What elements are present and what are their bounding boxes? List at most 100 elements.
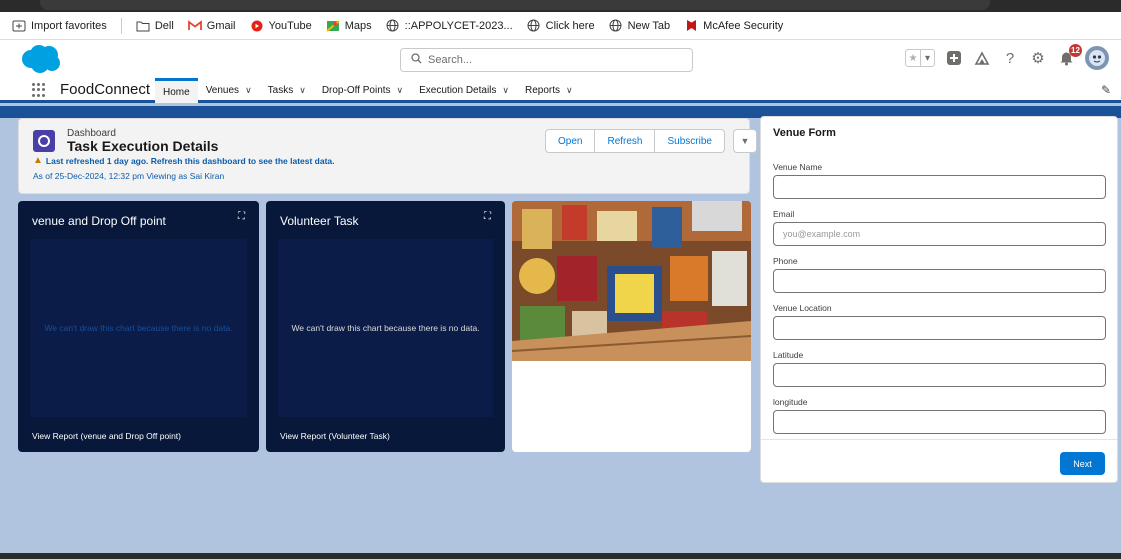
nav-tab-label: Home	[163, 86, 190, 98]
nav-tab-tasks[interactable]: Tasks ∨	[260, 78, 314, 103]
widget-chart-area: We can't draw this chart because there i…	[278, 239, 493, 417]
as-of-text: As of 25-Dec-2024, 12:32 pm Viewing as S…	[33, 171, 225, 181]
nav-tab-venues[interactable]: Venues ∨	[198, 78, 260, 103]
chevron-down-icon: ▼	[740, 136, 750, 146]
form-divider	[761, 439, 1117, 440]
bookmark-mcafee[interactable]: McAfee Security	[684, 19, 783, 33]
dashboard-button-group: Open Refresh Subscribe ▼	[545, 129, 757, 153]
globe-icon	[609, 19, 623, 33]
mcafee-icon	[684, 19, 698, 33]
favorites-control[interactable]: ★ ▾	[905, 49, 935, 67]
bookmark-gmail[interactable]: Gmail	[187, 19, 236, 33]
refresh-warning-text: Last refreshed 1 day ago. Refresh this d…	[45, 155, 335, 166]
global-search-input[interactable]: Search...	[400, 48, 693, 72]
nav-tabs: Home Venues ∨ Tasks ∨ Drop-Off Points ∨ …	[155, 78, 581, 103]
bookmark-import-favorites[interactable]: Import favorites	[12, 19, 107, 33]
browser-top-strip	[0, 0, 1121, 12]
app-nav-bar: FoodConnect Home Venues ∨ Tasks ∨ Drop-O…	[0, 78, 1121, 103]
expand-icon[interactable]: ⛶	[238, 211, 245, 222]
chevron-down-icon[interactable]: ∨	[299, 85, 306, 96]
email-label: Email	[773, 209, 795, 219]
venue-form: Venue Form Venue Name Email you@example.…	[760, 116, 1118, 483]
youtube-icon	[250, 19, 264, 33]
open-button[interactable]: Open	[545, 129, 596, 153]
nav-tab-label: Venues	[205, 85, 240, 96]
salesforce-cloud-logo[interactable]	[20, 44, 62, 74]
header-actions: ★ ▾ ? ⚙ 12	[905, 44, 1109, 70]
no-data-message: We can't draw this chart because there i…	[291, 323, 480, 333]
chevron-down-icon[interactable]: ▾	[920, 50, 934, 66]
page-title: Task Execution Details	[67, 138, 219, 154]
bookmark-new-tab[interactable]: New Tab	[609, 19, 671, 33]
more-actions-dropdown[interactable]: ▼	[732, 129, 757, 153]
venue-name-field[interactable]	[773, 175, 1106, 199]
bookmark-label: Import favorites	[31, 19, 107, 32]
food-donation-image	[512, 201, 751, 452]
help-icon[interactable]: ?	[1001, 49, 1019, 67]
chevron-down-icon[interactable]: ∨	[502, 85, 509, 96]
search-placeholder: Search...	[428, 54, 473, 66]
bookmark-label: Gmail	[206, 19, 236, 32]
longitude-label: longitude	[773, 397, 808, 407]
widget-title: Volunteer Task	[280, 214, 359, 228]
bookmark-label: ::APPOLYCET-2023...	[404, 19, 513, 32]
latitude-field[interactable]	[773, 363, 1106, 387]
bookmark-click-here[interactable]: Click here	[527, 19, 595, 33]
next-button[interactable]: Next	[1060, 452, 1105, 475]
widget-venue-drop-off: venue and Drop Off point ⛶ We can't draw…	[18, 201, 259, 452]
gmail-icon	[187, 19, 202, 33]
dashboard-header: Dashboard Task Execution Details ▲ Last …	[18, 118, 757, 194]
chevron-down-icon[interactable]: ∨	[245, 85, 252, 96]
widget-title: venue and Drop Off point	[32, 214, 166, 228]
expand-icon[interactable]: ⛶	[484, 211, 491, 222]
gear-icon[interactable]: ⚙	[1029, 49, 1047, 67]
warning-icon: ▲	[33, 155, 43, 166]
app-launcher-icon[interactable]	[32, 83, 46, 97]
widget-volunteer-task: Volunteer Task ⛶ We can't draw this char…	[266, 201, 505, 452]
longitude-field[interactable]	[773, 410, 1106, 434]
nav-tab-home[interactable]: Home	[155, 78, 198, 103]
nav-tab-label: Tasks	[267, 85, 294, 96]
bookmark-label: YouTube	[268, 19, 312, 32]
phone-label: Phone	[773, 256, 798, 266]
search-icon	[411, 53, 422, 67]
refresh-button[interactable]: Refresh	[595, 129, 656, 153]
edit-nav-pencil-icon[interactable]: ✎	[1101, 83, 1111, 97]
maps-icon	[326, 19, 340, 33]
venue-location-field[interactable]	[773, 316, 1106, 340]
venue-location-label: Venue Location	[773, 303, 832, 313]
widget-chart-area: We can't draw this chart because there i…	[30, 239, 247, 417]
global-create-icon[interactable]	[945, 49, 963, 67]
bookmark-appolycet[interactable]: ::APPOLYCET-2023...	[386, 19, 513, 33]
bookmarks-bar: Import favorites Dell Gmail YouTube Maps…	[0, 12, 1121, 40]
latitude-label: Latitude	[773, 350, 804, 360]
globe-icon	[386, 19, 400, 33]
bell-icon[interactable]: 12	[1057, 44, 1082, 67]
app-name: FoodConnect	[60, 81, 151, 98]
bookmark-label: New Tab	[627, 19, 671, 32]
bookmark-dell[interactable]: Dell	[136, 19, 174, 33]
nav-tab-drop-off-points[interactable]: Drop-Off Points ∨	[314, 78, 411, 103]
star-icon[interactable]: ★	[906, 50, 920, 66]
email-field[interactable]: you@example.com	[773, 222, 1106, 246]
venue-name-label: Venue Name	[773, 162, 823, 172]
bookmark-youtube[interactable]: YouTube	[250, 19, 312, 33]
dashboard-icon	[33, 130, 55, 152]
nav-tab-execution-details[interactable]: Execution Details ∨	[411, 78, 517, 103]
notification-badge: 12	[1069, 44, 1082, 57]
view-report-link[interactable]: View Report (venue and Drop Off point)	[32, 431, 181, 441]
phone-field[interactable]	[773, 269, 1106, 293]
address-bar[interactable]	[40, 0, 990, 10]
chevron-down-icon[interactable]: ∨	[566, 85, 573, 96]
trailhead-icon[interactable]	[973, 49, 991, 67]
bookmark-label: Click here	[545, 19, 595, 32]
avatar[interactable]	[1085, 46, 1109, 70]
view-report-link[interactable]: View Report (Volunteer Task)	[280, 431, 390, 441]
nav-tab-reports[interactable]: Reports ∨	[517, 78, 581, 103]
chevron-down-icon[interactable]: ∨	[397, 85, 404, 96]
nav-tab-label: Execution Details	[419, 85, 497, 96]
subscribe-button[interactable]: Subscribe	[655, 129, 725, 153]
bookmark-maps[interactable]: Maps	[326, 19, 372, 33]
global-header: Search... ★ ▾ ? ⚙ 12	[0, 40, 1121, 78]
bookmarks-divider	[120, 17, 122, 34]
